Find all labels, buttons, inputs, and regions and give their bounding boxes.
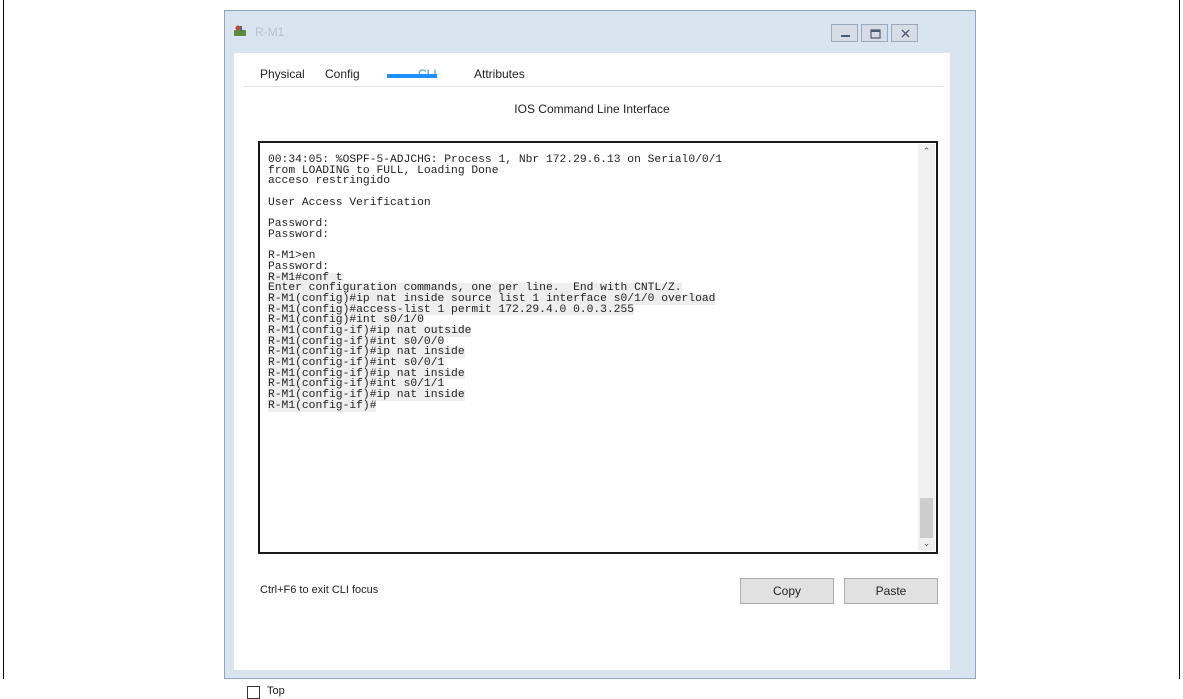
terminal-line: R-M1>en xyxy=(268,251,722,262)
paste-button[interactable]: Paste xyxy=(844,578,938,604)
panel-title: IOS Command Line Interface xyxy=(514,102,670,116)
tab-attributes[interactable]: Attributes xyxy=(474,67,525,81)
scroll-down-icon[interactable]: ⌄ xyxy=(921,539,932,548)
minimize-button[interactable] xyxy=(831,24,858,42)
tab-divider xyxy=(244,86,944,87)
cli-terminal[interactable]: 00:34:05: %OSPF-5-ADJCHG: Process 1, Nbr… xyxy=(258,141,938,554)
terminal-line-text: acceso restringido xyxy=(268,175,391,188)
cli-focus-hint: Ctrl+F6 to exit CLI focus xyxy=(260,584,379,596)
frame-border-left xyxy=(3,0,4,679)
tab-config[interactable]: Config xyxy=(325,67,360,81)
device-window: R-M1 Physical Config CLI Attributes xyxy=(224,10,976,699)
terminal-line: Password: xyxy=(268,261,722,273)
top-checkbox[interactable] xyxy=(247,686,260,699)
minimize-icon xyxy=(841,35,850,37)
title-bar[interactable]: R-M1 xyxy=(225,11,975,51)
scroll-up-icon[interactable]: ⌃ xyxy=(921,147,932,156)
close-button[interactable] xyxy=(891,24,918,42)
window-title: R-M1 xyxy=(255,25,285,39)
terminal-line-text: User Access Verification xyxy=(268,196,431,209)
terminal-line: User Access Verification xyxy=(268,196,722,209)
tab-physical[interactable]: Physical xyxy=(260,67,305,81)
window-content: Physical Config CLI Attributes IOS Comma… xyxy=(234,53,950,699)
terminal-output: 00:34:05: %OSPF-5-ADJCHG: Process 1, Nbr… xyxy=(268,154,722,412)
top-checkbox-label: Top xyxy=(267,685,285,697)
router-icon xyxy=(233,24,247,36)
terminal-line-text: R-M1(config-if)# xyxy=(268,399,377,412)
terminal-line: Password: xyxy=(268,218,722,230)
scrollbar-thumb[interactable] xyxy=(920,498,933,538)
active-tab-indicator xyxy=(387,74,437,78)
frame-border-right xyxy=(1179,0,1180,679)
terminal-line-text: Password: xyxy=(268,228,330,241)
maximize-button[interactable] xyxy=(861,24,888,42)
terminal-line: acceso restringido xyxy=(268,176,722,187)
terminal-line: Password: xyxy=(268,228,722,241)
copy-button[interactable]: Copy xyxy=(740,578,834,604)
close-icon xyxy=(901,29,910,38)
maximize-icon xyxy=(870,29,881,39)
terminal-scrollbar[interactable]: ⌃ ⌄ xyxy=(918,144,935,551)
terminal-line: R-M1(config-if)# xyxy=(268,399,722,412)
